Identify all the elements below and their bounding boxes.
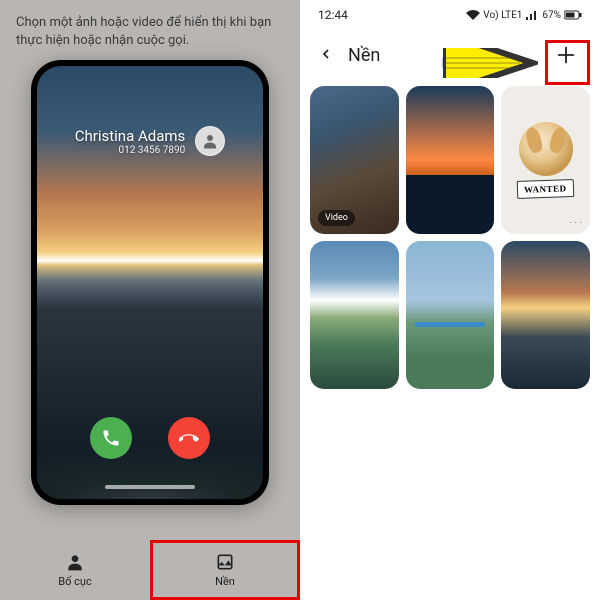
header: Nền bbox=[300, 30, 600, 80]
status-bar: 12:44 Vo) LTE1 67% bbox=[300, 0, 600, 30]
phone-icon bbox=[101, 428, 121, 448]
nav-handle bbox=[105, 485, 195, 489]
video-badge: Video bbox=[318, 210, 355, 226]
screen-call-settings: Chọn một ảnh hoặc video để hiển thị khi … bbox=[0, 0, 300, 600]
tab-layout[interactable]: Bố cục bbox=[0, 540, 150, 600]
wallpaper-thumb[interactable] bbox=[406, 241, 495, 389]
add-button[interactable] bbox=[550, 39, 582, 71]
wallpaper-thumb[interactable] bbox=[501, 241, 590, 389]
status-battery: 67% bbox=[542, 10, 561, 21]
wifi-icon bbox=[466, 10, 480, 20]
wanted-sign: WANTED bbox=[517, 179, 574, 199]
person-icon bbox=[65, 552, 85, 572]
caller-number: 012 3456 7890 bbox=[75, 145, 186, 156]
screen-background-picker: 12:44 Vo) LTE1 67% Nền Video bbox=[300, 0, 600, 600]
phone-down-icon bbox=[179, 428, 199, 448]
answer-button[interactable] bbox=[90, 417, 132, 459]
caller-name: Christina Adams bbox=[75, 127, 186, 145]
instruction-text: Chọn một ảnh hoặc video để hiển thị khi … bbox=[0, 0, 300, 60]
phone-preview: Christina Adams 012 3456 7890 bbox=[31, 60, 269, 505]
tab-background-label: Nền bbox=[215, 575, 235, 588]
caller-info: Christina Adams 012 3456 7890 bbox=[37, 126, 263, 156]
call-buttons bbox=[37, 417, 263, 459]
plus-icon bbox=[555, 44, 577, 66]
wallpaper-thumb[interactable] bbox=[406, 86, 495, 234]
chevron-left-icon bbox=[318, 46, 334, 62]
back-button[interactable] bbox=[318, 43, 334, 67]
wallpaper-gallery: Video WANTED . . . bbox=[300, 80, 600, 395]
tab-layout-label: Bố cục bbox=[58, 575, 91, 588]
status-network: Vo) LTE1 bbox=[483, 10, 522, 21]
signal-icon bbox=[525, 10, 539, 20]
decline-button[interactable] bbox=[168, 417, 210, 459]
caller-avatar bbox=[195, 126, 225, 156]
bottom-tabs: Bố cục Nền bbox=[0, 540, 300, 600]
dog-illustration bbox=[519, 122, 573, 176]
wallpaper-thumb[interactable] bbox=[310, 241, 399, 389]
wallpaper-preview: Christina Adams 012 3456 7890 bbox=[37, 66, 263, 499]
status-time: 12:44 bbox=[318, 8, 348, 22]
header-title: Nền bbox=[348, 45, 380, 66]
image-icon bbox=[215, 552, 235, 572]
battery-icon bbox=[564, 10, 582, 20]
pager-dots: . . . bbox=[569, 215, 582, 226]
wallpaper-thumb[interactable]: WANTED . . . bbox=[501, 86, 590, 234]
wallpaper-thumb[interactable]: Video bbox=[310, 86, 399, 234]
tab-background[interactable]: Nền bbox=[150, 540, 300, 600]
